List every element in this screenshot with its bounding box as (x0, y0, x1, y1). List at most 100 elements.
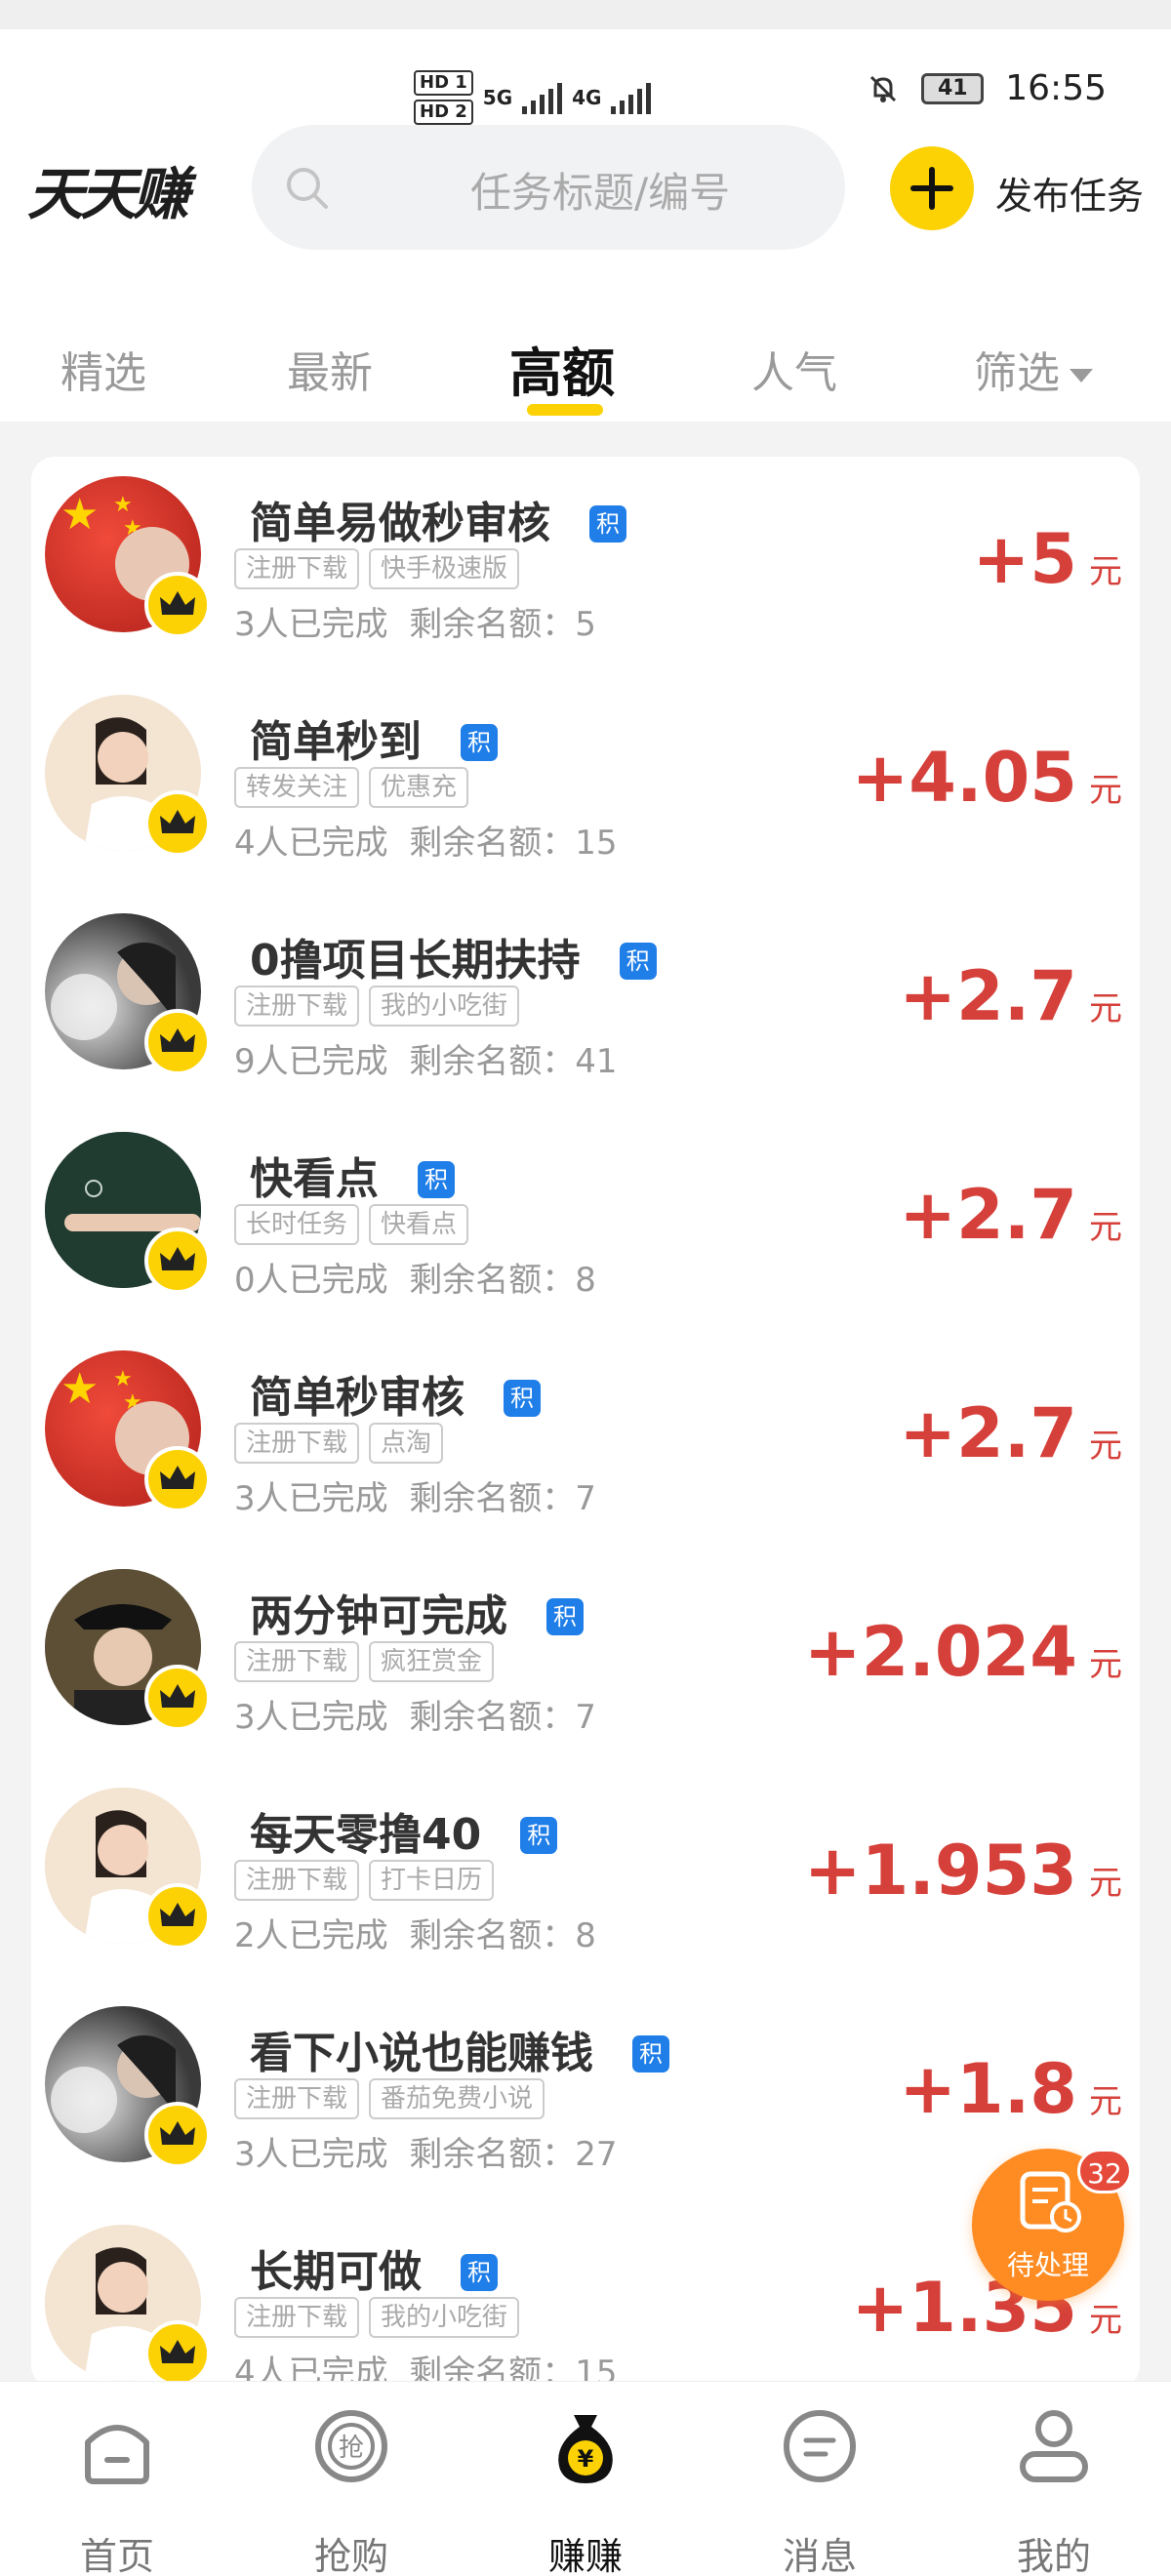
search-placeholder: 任务标题/编号 (470, 169, 731, 217)
task-tags: 转发关注 优惠充 (234, 767, 469, 808)
task-tag: 注册下载 (234, 1423, 360, 1464)
task-tags: 注册下载 点淘 (234, 1423, 444, 1464)
task-tag: 番茄免费小说 (369, 2078, 545, 2119)
message-icon (784, 2410, 856, 2482)
task-row[interactable]: ★ ★ ★ 简单秒审核积 注册下载 点淘 3人已完成 剩余名额：7 +2.7 元 (31, 1331, 1140, 1550)
svg-text:★: ★ (61, 490, 99, 540)
bottom-navigation: 首页 抢 抢购 ¥ 赚赚 消息 我的 (0, 2381, 1171, 2576)
task-reward: +2.7 元 (899, 956, 1122, 1036)
tab-filter[interactable]: 筛选 (974, 338, 1093, 400)
points-badge: 积 (418, 1161, 455, 1198)
task-tag: 注册下载 (234, 2078, 360, 2119)
task-reward: +1.953 元 (803, 1831, 1122, 1911)
task-reward: +1.8 元 (899, 2049, 1122, 2129)
task-meta: 3人已完成 剩余名额：5 (234, 605, 596, 644)
svg-text:¥: ¥ (578, 2445, 594, 2473)
task-title: 长期可做积 (250, 2236, 498, 2299)
task-tag: 我的小吃街 (369, 986, 520, 1026)
home-icon (85, 2425, 149, 2484)
tab-high-amount[interactable]: 高额 (509, 330, 615, 407)
top-strip (0, 0, 1171, 29)
task-title: 看下小说也能赚钱积 (250, 2018, 669, 2080)
task-list: ★ ★ ★ 简单易做秒审核积 注册下载 快手极速版 3人已完成 剩余名额：5 +5 元 … (31, 457, 1140, 2389)
category-tabs: 精选 最新 高额 人气 筛选 (0, 322, 1171, 420)
task-tags: 注册下载 打卡日历 (234, 1860, 495, 1901)
hd1-label: HD 1 (414, 70, 473, 96)
points-badge: 积 (461, 724, 498, 761)
task-title: 每天零撸40 积 (250, 1799, 558, 1862)
task-tag: 快手极速版 (369, 548, 520, 589)
publish-task-label[interactable]: 发布任务 (995, 166, 1144, 220)
task-row[interactable]: 快看点积 长时任务 快看点 0人已完成 剩余名额：8 +2.7 元 (31, 1112, 1140, 1331)
task-meta: 3人已完成 剩余名额：7 (234, 1698, 596, 1737)
signal-bars-icon (522, 81, 563, 114)
task-meta: 4人已完成 剩余名额：15 (234, 824, 618, 863)
status-right: 41 16:55 (867, 68, 1107, 108)
tab-latest[interactable]: 最新 (287, 338, 373, 400)
tab-popular[interactable]: 人气 (751, 338, 837, 400)
mute-bell-icon (870, 75, 897, 102)
task-meta: 3人已完成 剩余名额：7 (234, 1479, 596, 1518)
grab-icon: 抢 (315, 2410, 387, 2482)
svg-text:★: ★ (61, 1364, 99, 1414)
points-badge: 积 (632, 2035, 669, 2073)
task-title: 简单易做秒审核积 (250, 488, 626, 550)
app-logo: 天天赚 (27, 161, 189, 227)
task-tag: 注册下载 (234, 986, 360, 1026)
task-title: 简单秒到积 (250, 706, 498, 769)
task-tag: 优惠充 (369, 767, 469, 808)
vip-crown-icon (144, 790, 211, 857)
points-badge: 积 (546, 1598, 584, 1635)
points-badge: 积 (461, 2254, 498, 2291)
nav-messages[interactable]: 消息 (722, 2382, 917, 2576)
task-row[interactable]: 每天零撸40 积 注册下载 打卡日历 2人已完成 剩余名额：8 +1.953 元 (31, 1768, 1140, 1987)
svg-text:抢: 抢 (339, 2434, 364, 2463)
task-row[interactable]: 两分钟可完成积 注册下载 疯狂赏金 3人已完成 剩余名额：7 +2.024 元 (31, 1550, 1140, 1768)
signal-bars-icon (611, 81, 652, 114)
vip-crown-icon (144, 2320, 211, 2387)
task-row[interactable]: ★ ★ ★ 简单易做秒审核积 注册下载 快手极速版 3人已完成 剩余名额：5 +5 元 (31, 457, 1140, 675)
task-tag: 转发关注 (234, 767, 360, 808)
task-meta: 0人已完成 剩余名额：8 (234, 1261, 596, 1300)
nav-grab[interactable]: 抢 抢购 (254, 2382, 449, 2576)
task-tag: 打卡日历 (369, 1860, 495, 1901)
tab-featured[interactable]: 精选 (61, 338, 146, 400)
app-header: HD 1 HD 2 5G 4G 41 16:55 天天赚 任务标题/编号 发布任… (0, 0, 1171, 422)
hd2-label: HD 2 (414, 100, 473, 125)
nav-profile[interactable]: 我的 (956, 2382, 1151, 2576)
vip-crown-icon (144, 572, 211, 638)
nav-home[interactable]: 首页 (20, 2382, 215, 2576)
publish-task-button[interactable] (890, 146, 974, 230)
vip-crown-icon (144, 1009, 211, 1075)
nav-earn[interactable]: ¥ 赚赚 (488, 2382, 683, 2576)
task-row[interactable]: 0撸项目长期扶持积 注册下载 我的小吃街 9人已完成 剩余名额：41 +2.7 元 (31, 894, 1140, 1112)
vip-crown-icon (144, 1883, 211, 1950)
task-reward: +4.05 元 (851, 738, 1122, 818)
battery-indicator: 41 (921, 72, 985, 104)
task-meta: 2人已完成 剩余名额：8 (234, 1916, 596, 1955)
task-tag: 我的小吃街 (369, 2297, 520, 2338)
task-reward: +2.7 元 (899, 1175, 1122, 1255)
points-badge: 积 (504, 1380, 541, 1417)
task-tags: 注册下载 我的小吃街 (234, 986, 520, 1026)
search-input[interactable]: 任务标题/编号 (252, 125, 845, 250)
task-tags: 长时任务 快看点 (234, 1204, 469, 1245)
nav-label: 抢购 (313, 2535, 388, 2576)
task-row[interactable]: 简单秒到积 转发关注 优惠充 4人已完成 剩余名额：15 +4.05 元 (31, 675, 1140, 894)
task-reward: +5 元 (972, 519, 1122, 599)
net1-label: 5G (482, 86, 513, 109)
task-title: 快看点积 (250, 1144, 455, 1206)
nav-label: 首页 (79, 2535, 154, 2576)
svg-text:★: ★ (113, 1367, 133, 1391)
vip-crown-icon (144, 1446, 211, 1512)
task-tag: 长时任务 (234, 1204, 360, 1245)
points-badge: 积 (589, 505, 626, 543)
task-meta: 9人已完成 剩余名额：41 (234, 1042, 618, 1081)
chevron-down-icon (1070, 369, 1093, 382)
vip-crown-icon (144, 1665, 211, 1731)
task-tag: 快看点 (369, 1204, 469, 1245)
task-title: 两分钟可完成积 (250, 1581, 584, 1643)
nav-label: 我的 (1016, 2535, 1091, 2576)
task-tags: 注册下载 快手极速版 (234, 548, 520, 589)
nav-label: 消息 (782, 2535, 857, 2576)
